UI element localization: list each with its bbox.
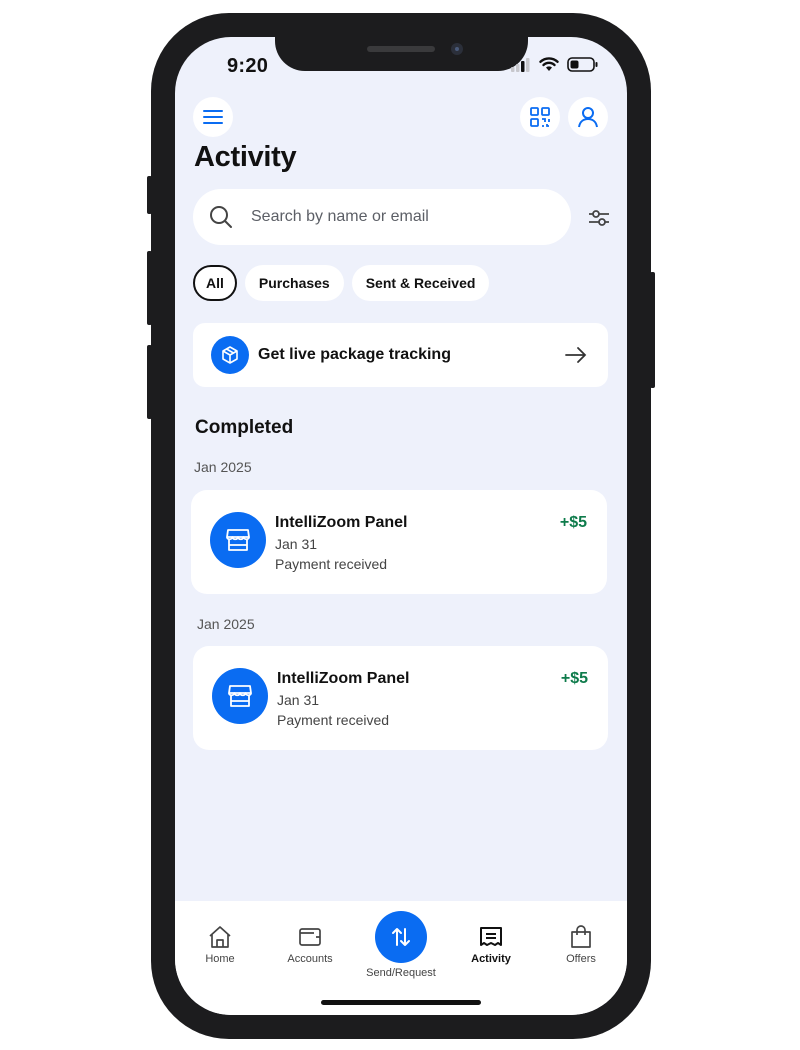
qr-code-button[interactable] [520,97,560,137]
status-icons [511,57,599,72]
wifi-icon [539,57,559,71]
package-icon [211,336,249,374]
transaction-card[interactable]: IntelliZoom Panel Jan 31 Payment receive… [191,490,607,594]
transaction-amount: +$5 [560,670,588,687]
menu-button[interactable] [193,97,233,137]
hamburger-menu-icon [203,110,223,124]
storefront-icon [210,512,266,568]
phone-volume-up [147,251,152,325]
tab-offers-label: Offers [566,953,596,965]
tab-activity-label: Activity [471,953,511,965]
camera-icon [451,43,463,55]
signal-icon [511,57,530,72]
tab-activity[interactable]: Activity [446,901,536,965]
battery-icon [567,57,598,72]
search-icon [210,206,232,228]
search-input[interactable] [249,207,553,227]
transaction-amount: +$5 [559,514,587,531]
wallet-icon [299,928,321,946]
transaction-merchant: IntelliZoom Panel [275,514,408,531]
tab-home-label: Home [205,953,235,965]
receipt-icon [480,927,502,946]
package-tracking-card[interactable]: Get live package tracking [193,323,608,387]
transaction-card[interactable]: IntelliZoom Panel Jan 31 Payment receive… [193,646,608,750]
phone-mute-switch [147,176,152,214]
transaction-date: Jan 31 [275,536,318,552]
phone-power-button [650,272,655,388]
tab-send-request-label[interactable]: Send/Request [351,967,451,979]
transaction-merchant: IntelliZoom Panel [277,670,410,687]
chip-sent-received[interactable]: Sent & Received [351,265,490,301]
shopping-bag-icon [571,925,591,948]
filter-sliders-icon[interactable] [587,206,611,230]
chip-all[interactable]: All [193,265,237,301]
filter-chips: All Purchases Sent & Received [193,265,490,301]
home-indicator[interactable] [321,1000,481,1005]
search-bar[interactable] [193,189,571,245]
profile-button[interactable] [568,97,608,137]
status-time: 9:20 [227,55,269,77]
group-date: Jan 2025 [194,459,252,475]
speaker [367,46,435,52]
storefront-icon [212,668,268,724]
transfer-arrows-icon [392,928,410,946]
arrow-right-icon [565,347,587,363]
transaction-status: Payment received [277,712,390,728]
tab-accounts[interactable]: Accounts [265,901,355,965]
user-icon [578,107,598,128]
bottom-tab-bar: Home Accounts Send/Request Activity Offe… [175,901,627,1015]
send-request-button[interactable] [375,911,427,963]
app-screen: 9:20 Activity Search by name or email Al… [175,37,627,1015]
notch [275,37,528,71]
transaction-status: Payment received [275,556,388,572]
group-date: Jan 2025 [197,616,255,632]
transaction-date: Jan 31 [277,692,320,708]
tab-home[interactable]: Home [175,901,265,965]
chip-purchases[interactable]: Purchases [244,265,344,301]
qr-code-icon [530,107,550,127]
page-title: Activity [194,141,297,173]
section-title-completed: Completed [195,417,294,438]
package-tracking-label: Get live package tracking [258,346,451,363]
phone-volume-down [147,345,152,419]
home-icon [209,926,231,948]
tab-offers[interactable]: Offers [536,901,626,965]
tab-accounts-label: Accounts [287,953,333,965]
